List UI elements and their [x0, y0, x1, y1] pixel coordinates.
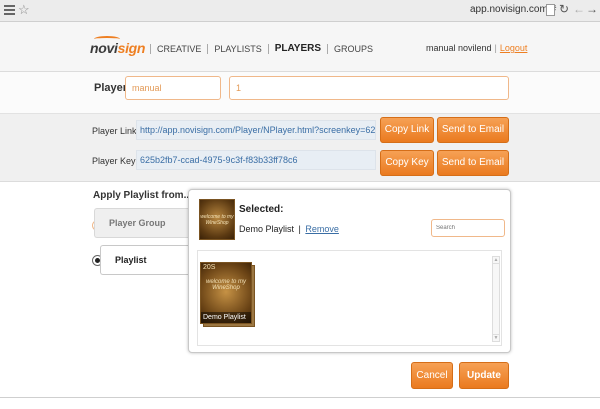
- cancel-button[interactable]: Cancel: [411, 362, 453, 389]
- selected-heading: Selected:: [239, 204, 284, 215]
- send-link-email-button[interactable]: Send to Email: [437, 117, 509, 143]
- thumbnail-image-text: welcome to my WineShop: [200, 214, 234, 226]
- update-button[interactable]: Update: [459, 362, 509, 389]
- send-key-email-button[interactable]: Send to Email: [437, 150, 509, 176]
- player-link-label: Player Link:: [92, 126, 140, 136]
- browser-toolbar: ☆ app.novisign.com/# ↻ ← →: [0, 0, 600, 22]
- nav-divider: [327, 43, 329, 54]
- nav-divider: [150, 43, 151, 54]
- user-name: manual novilend: [426, 43, 492, 53]
- app-header: novisign CREATIVE PLAYLISTS PLAYERS GROU…: [0, 22, 600, 72]
- logout-link[interactable]: Logout: [500, 43, 528, 53]
- playlist-panel: welcome to my WineShop Selected: Demo Pl…: [188, 189, 511, 353]
- selected-playlist-name: Demo Playlist: [239, 224, 295, 234]
- nav-item-playlists[interactable]: PLAYLISTS: [212, 44, 263, 54]
- star-icon[interactable]: ☆: [18, 2, 30, 18]
- player-label: Player: [94, 82, 128, 94]
- player-row: Player: [0, 72, 600, 114]
- novisign-logo[interactable]: novisign: [90, 40, 145, 56]
- user-separator: |: [494, 43, 497, 53]
- player-key-field[interactable]: 625b2fb7-ccad-4975-9c3f-f83b33ff78c6: [136, 150, 376, 170]
- footer-divider: [0, 397, 600, 398]
- scroll-down-icon[interactable]: ▼: [493, 334, 499, 341]
- menu-icon[interactable]: [4, 5, 15, 15]
- tile-name: Demo Playlist: [201, 312, 251, 323]
- back-icon[interactable]: ←: [573, 2, 585, 16]
- tile-image-text: welcome to my WineShop: [205, 279, 246, 291]
- reload-icon[interactable]: ↻: [559, 2, 569, 16]
- nav-item-groups[interactable]: GROUPS: [332, 44, 375, 54]
- selected-separator: |: [298, 224, 301, 234]
- nav-divider: [267, 43, 269, 54]
- copy-key-button[interactable]: Copy Key: [380, 150, 434, 176]
- copy-link-button[interactable]: Copy Link: [380, 117, 434, 143]
- player-id-input[interactable]: [229, 76, 509, 100]
- nav-divider: [207, 43, 209, 54]
- selected-playlist: Demo Playlist | Remove: [239, 224, 339, 234]
- user-menu: manual novilend | Logout: [426, 43, 527, 53]
- player-links-section: Player Link: http://app.novisign.com/Pla…: [0, 114, 600, 182]
- main-nav: CREATIVE PLAYLISTS PLAYERS GROUPS: [146, 43, 375, 54]
- tab-playlist-label: Playlist: [115, 255, 147, 265]
- forward-icon[interactable]: →: [586, 2, 598, 16]
- remove-link[interactable]: Remove: [305, 224, 339, 234]
- player-link-field[interactable]: http://app.novisign.com/Player/NPlayer.h…: [136, 120, 376, 140]
- page-icon: [546, 4, 555, 16]
- selected-playlist-thumbnail: welcome to my WineShop: [199, 199, 235, 240]
- tab-playlist[interactable]: Playlist: [100, 245, 190, 275]
- scroll-up-icon[interactable]: ▲: [493, 257, 499, 264]
- tab-player-group[interactable]: Player Group: [94, 208, 189, 238]
- playlist-search-input[interactable]: [431, 219, 505, 237]
- nav-item-players[interactable]: PLAYERS: [273, 43, 323, 54]
- playlist-tile[interactable]: 20S welcome to my WineShop Demo Playlist: [200, 262, 252, 324]
- tile-duration: 20S: [203, 264, 216, 271]
- address-bar[interactable]: app.novisign.com/#: [470, 4, 556, 15]
- nav-item-creative[interactable]: CREATIVE: [155, 44, 203, 54]
- playlist-scrollbar[interactable]: ▲ ▼: [492, 256, 500, 342]
- apply-playlist-title: Apply Playlist from...: [93, 190, 192, 201]
- tab-player-group-label: Player Group: [109, 218, 166, 228]
- player-name-input[interactable]: [125, 76, 221, 100]
- player-key-label: Player Key:: [92, 156, 139, 166]
